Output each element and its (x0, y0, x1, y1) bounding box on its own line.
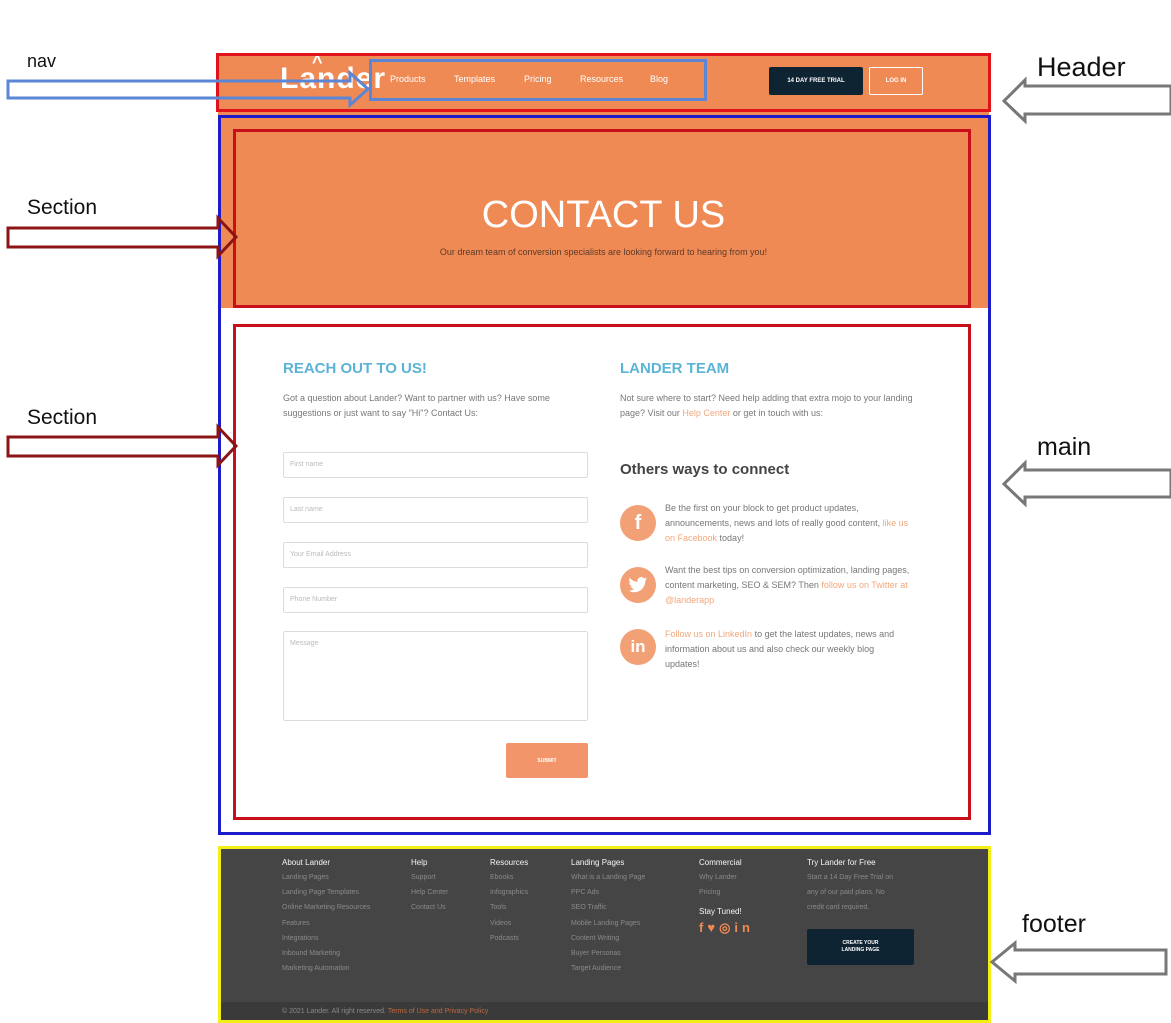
nav-pricing[interactable]: Pricing (524, 74, 552, 84)
connect-title: Others ways to connect (620, 461, 790, 478)
nav-blog[interactable]: Blog (650, 74, 668, 84)
footer-link[interactable]: Content Writing (571, 935, 619, 942)
linkedin-icon[interactable]: in (620, 629, 656, 665)
lander-logo[interactable]: Lander (280, 62, 386, 96)
site-header: Lander ^ Products Templates Pricing Reso… (218, 52, 989, 110)
lander-team-title: LANDER TEAM (620, 360, 730, 377)
linkedin-link[interactable]: Follow us on LinkedIn (665, 629, 752, 639)
help-center-link[interactable]: Help Center (682, 408, 730, 418)
login-button[interactable]: LOG IN (869, 67, 923, 95)
phone-input[interactable]: Phone Number (283, 587, 588, 613)
facebook-after: today! (717, 533, 745, 543)
message-textarea[interactable]: Message (283, 631, 588, 721)
footer-col-help: Help (411, 858, 428, 867)
footer-link[interactable]: Ebooks (490, 874, 513, 881)
footer-link[interactable]: Landing Page Templates (282, 889, 359, 896)
footer-label: footer (1022, 910, 1086, 938)
nav-label: nav (27, 51, 57, 71)
footer-arrow (989, 939, 1168, 985)
main-arrow (1001, 459, 1171, 508)
footer-link[interactable]: What is a Landing Page (571, 874, 645, 881)
twitter-text: Want the best tips on conversion optimiz… (665, 563, 915, 608)
footer-link[interactable]: Landing Pages (282, 874, 329, 881)
cta-line-2: LANDING PAGE (841, 947, 880, 953)
footer-link[interactable]: Help Center (411, 889, 448, 896)
footer-link[interactable]: Marketing Automation (282, 965, 350, 972)
footer-col-about: About Lander (282, 858, 331, 867)
nav-products[interactable]: Products (390, 74, 426, 84)
reach-out-title: REACH OUT TO US! (283, 360, 427, 377)
cta-label: CREATE YOUR LANDING PAGE (842, 940, 880, 954)
header-label: Header (1037, 52, 1126, 82)
nav-templates[interactable]: Templates (454, 74, 495, 84)
footer-link[interactable]: Buyer Personas (571, 950, 621, 957)
footer-text: credit card required. (807, 904, 870, 911)
free-trial-button[interactable]: 14 DAY FREE TRIAL (769, 67, 863, 95)
stay-tuned-label: Stay Tuned! (699, 907, 742, 916)
linkedin-glyph: in (630, 637, 646, 656)
footer-link[interactable]: Features (282, 920, 310, 927)
footer-link[interactable]: Pricing (699, 889, 720, 896)
footer-link[interactable]: Tools (490, 904, 506, 911)
footer-col-commercial: Commercial (699, 858, 742, 867)
nav-resources[interactable]: Resources (580, 74, 623, 84)
terms-link[interactable]: Terms of Use and Privacy Policy (388, 1008, 488, 1015)
footer-link[interactable]: Infographics (490, 889, 528, 896)
hero-section: CONTACT US Our dream team of conversion … (218, 110, 989, 308)
facebook-icon[interactable]: f (620, 505, 656, 541)
footer-col-landing: Landing Pages (571, 858, 625, 867)
footer-col-resources: Resources (490, 858, 529, 867)
footer-text: Start a 14 Day Free Trial on (807, 874, 893, 881)
instagram-icon[interactable]: ◎ (719, 920, 734, 935)
copyright: © 2021 Lander. All right reserved. Terms… (282, 1008, 488, 1015)
footer-social-icons: f♥◎in (699, 920, 754, 936)
footer-col-try: Try Lander for Free (807, 858, 876, 867)
footer-link[interactable]: Inbound Marketing (282, 950, 340, 957)
linkedin-text: Follow us on LinkedIn to get the latest … (665, 627, 910, 672)
footer-link[interactable]: Podcasts (490, 935, 519, 942)
twitter-bird-icon (628, 577, 647, 593)
footer-link[interactable]: Integrations (282, 935, 319, 942)
submit-button[interactable]: SUBMIT (506, 743, 588, 778)
section-2-label: Section (27, 406, 98, 429)
footer-text: any of our paid plans. No (807, 889, 885, 896)
copyright-text: © 2021 Lander. All right reserved. (282, 1008, 388, 1015)
logo-caret-icon: ^ (312, 52, 323, 72)
footer-link[interactable]: SEO Traffic (571, 904, 607, 911)
section-2-arrow (6, 423, 239, 469)
main-label: main (1037, 433, 1092, 461)
footer-link[interactable]: Target Audience (571, 965, 621, 972)
twitter-icon[interactable] (620, 567, 656, 603)
footer-link[interactable]: Online Marketing Resources (282, 904, 370, 911)
footer-link[interactable]: Contact Us (411, 904, 446, 911)
footer-link[interactable]: Why Lander (699, 874, 737, 881)
hero-subtitle: Our dream team of conversion specialists… (439, 247, 768, 257)
lander-team-intro: Not sure where to start? Need help addin… (620, 391, 920, 421)
footer-link[interactable]: Mobile Landing Pages (571, 920, 640, 927)
cta-line-1: CREATE YOUR (842, 940, 879, 946)
section-1-arrow (6, 214, 239, 260)
facebook-glyph: f (634, 511, 642, 534)
footer-link[interactable]: Support (411, 874, 436, 881)
intro-text-end: or get in touch with us: (730, 408, 823, 418)
create-landing-page-button[interactable]: CREATE YOUR LANDING PAGE (807, 929, 914, 965)
footer-link[interactable]: PPC Ads (571, 889, 599, 896)
page-title: CONTACT US (481, 194, 726, 236)
site-footer: About Lander Landing Pages Landing Page … (220, 848, 990, 1023)
twitter-icon[interactable]: ♥ (707, 920, 719, 935)
first-name-input[interactable]: First name (283, 452, 588, 478)
last-name-input[interactable]: Last name (283, 497, 588, 523)
email-input[interactable]: Your Email Address (283, 542, 588, 568)
facebook-text: Be the first on your block to get produc… (665, 501, 915, 546)
footer-link[interactable]: Videos (490, 920, 511, 927)
facebook-desc: Be the first on your block to get produc… (665, 503, 883, 528)
section-1-label: Section (27, 196, 98, 219)
reach-out-intro: Got a question about Lander? Want to par… (283, 393, 550, 418)
linkedin-icon[interactable]: in (734, 920, 754, 935)
header-arrow (1001, 76, 1171, 125)
